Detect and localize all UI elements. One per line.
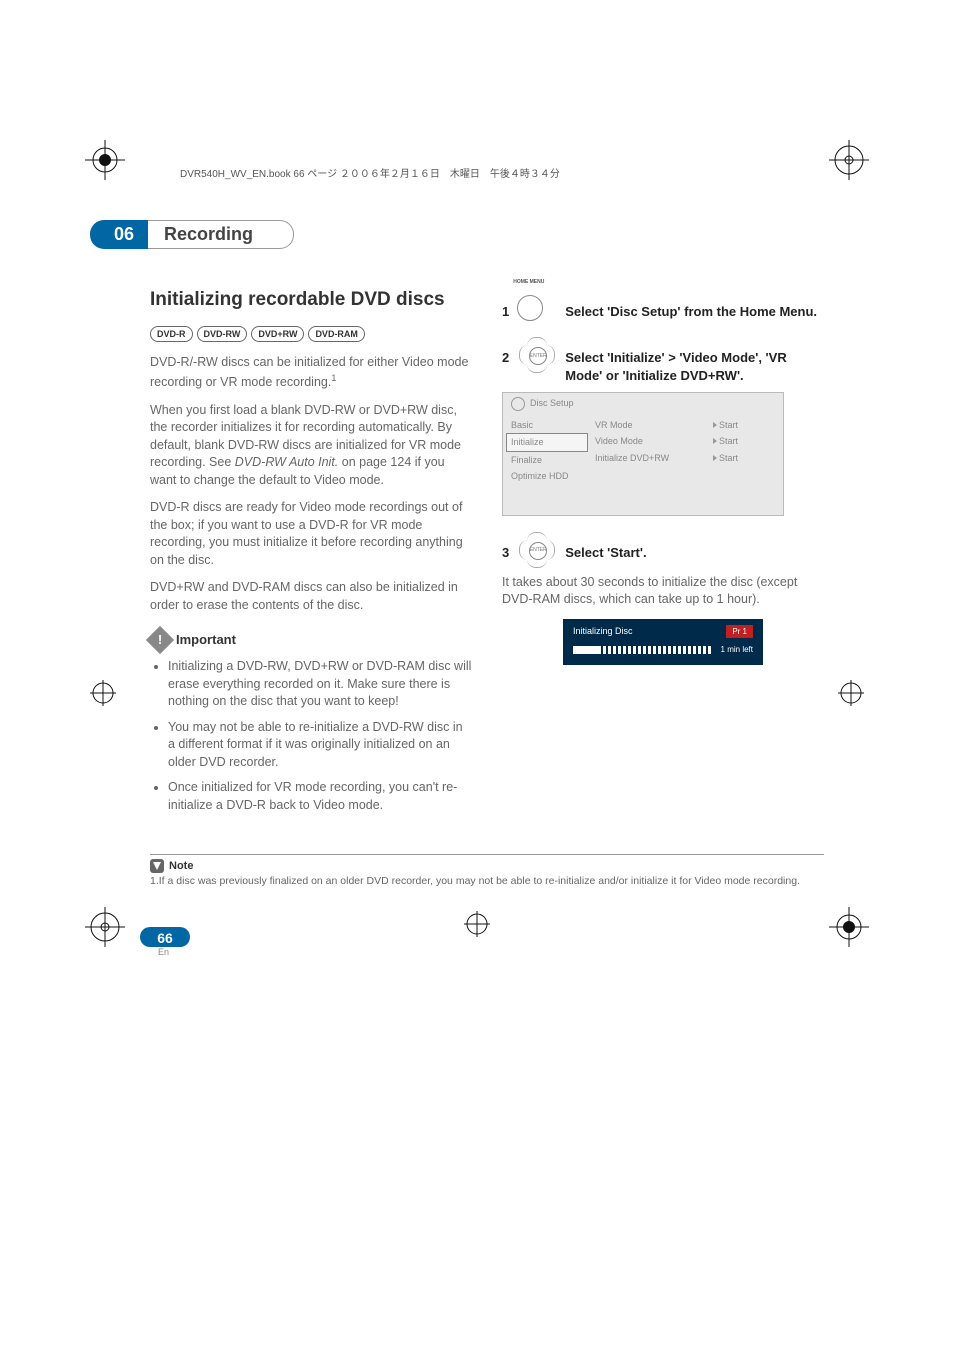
osd-menu-item-selected: Initialize bbox=[506, 433, 588, 452]
paragraph-4: DVD+RW and DVD-RAM discs can also be ini… bbox=[150, 579, 472, 614]
list-item: You may not be able to re-initialize a D… bbox=[168, 719, 472, 772]
note-label: Note bbox=[169, 860, 193, 872]
reg-mark-right bbox=[838, 680, 864, 706]
page-language: En bbox=[158, 947, 824, 957]
enter-button-icon: ENTER bbox=[517, 335, 557, 375]
osd-action-label: Start bbox=[719, 436, 738, 446]
left-column: Initializing recordable DVD discs DVD-R … bbox=[150, 289, 472, 824]
print-job-header: DVR540H_WV_EN.book 66 ページ ２００６年２月１６日 木曜日… bbox=[180, 165, 560, 180]
page-footer: 66 En bbox=[150, 927, 824, 957]
disc-type-badges: DVD-R DVD-RW DVD+RW DVD-RAM bbox=[150, 326, 472, 343]
crop-mark-bottom-right bbox=[829, 907, 869, 947]
crop-mark-bottom-left bbox=[85, 907, 125, 947]
home-menu-icon-label: HOME MENU bbox=[513, 279, 544, 286]
disc-icon bbox=[511, 397, 525, 411]
enter-button-icon: ENTER bbox=[517, 530, 557, 570]
osd-option: VR Mode bbox=[595, 417, 705, 434]
crop-mark-top-left bbox=[85, 140, 125, 180]
paragraph-3: DVD-R discs are ready for Video mode rec… bbox=[150, 499, 472, 569]
osd-action: Start bbox=[713, 433, 779, 450]
footnote-section: Note 1.If a disc was previously finalize… bbox=[150, 854, 824, 887]
osd-option: Initialize DVD+RW bbox=[595, 450, 705, 467]
list-item: Initializing a DVD-RW, DVD+RW or DVD-RAM… bbox=[168, 658, 472, 711]
progress-program-badge: Pr 1 bbox=[726, 625, 753, 638]
osd-menu-middle: VR Mode Video Mode Initialize DVD+RW bbox=[591, 415, 709, 515]
play-triangle-icon bbox=[713, 455, 717, 461]
home-menu-button-icon: HOME MENU bbox=[517, 289, 557, 321]
step-3-number: 3 bbox=[502, 544, 509, 562]
initializing-progress-screenshot: Initializing Disc Pr 1 1 min left bbox=[563, 619, 763, 665]
enter-icon-label: ENTER bbox=[529, 542, 547, 560]
badge-dvd-rw: DVD-RW bbox=[197, 326, 248, 343]
page-number: 66 bbox=[140, 927, 190, 947]
right-column: 1 HOME MENU Select 'Disc Setup' from the… bbox=[502, 289, 824, 824]
paragraph-1-text: DVD-R/-RW discs can be initialized for e… bbox=[150, 355, 468, 389]
paragraph-2: When you first load a blank DVD-RW or DV… bbox=[150, 402, 472, 490]
list-item: Once initialized for VR mode recording, … bbox=[168, 779, 472, 814]
osd-action-label: Start bbox=[719, 453, 738, 463]
osd-menu-item: Optimize HDD bbox=[507, 468, 587, 485]
play-triangle-icon bbox=[713, 422, 717, 428]
step-3-text: Select 'Start'. bbox=[565, 544, 646, 562]
important-heading: ! Important bbox=[150, 630, 472, 650]
progress-time-left: 1 min left bbox=[721, 644, 753, 655]
play-triangle-icon bbox=[713, 438, 717, 444]
osd-action: Start bbox=[713, 450, 779, 467]
progress-bar bbox=[573, 646, 713, 654]
badge-dvd-plus-rw: DVD+RW bbox=[251, 326, 304, 343]
step-1-number: 1 bbox=[502, 303, 509, 321]
disc-setup-screenshot: Disc Setup Basic Initialize Finalize Opt… bbox=[502, 392, 784, 516]
step-3: 3 ENTER Select 'Start'. It takes about 3… bbox=[502, 530, 824, 665]
step-1: 1 HOME MENU Select 'Disc Setup' from the… bbox=[502, 289, 824, 321]
osd-option: Video Mode bbox=[595, 433, 705, 450]
footnote-text: 1.If a disc was previously finalized on … bbox=[150, 875, 824, 887]
chapter-title: Recording bbox=[148, 220, 294, 249]
enter-icon-label: ENTER bbox=[529, 347, 547, 365]
badge-dvd-r: DVD-R bbox=[150, 326, 193, 343]
step-2-number: 2 bbox=[502, 349, 509, 367]
badge-dvd-ram: DVD-RAM bbox=[308, 326, 365, 343]
crop-mark-top-right bbox=[829, 140, 869, 180]
paragraph-1: DVD-R/-RW discs can be initialized for e… bbox=[150, 354, 472, 391]
footnote-ref-1: 1 bbox=[331, 373, 336, 383]
step-2: 2 ENTER Select 'Initialize' > 'Video Mod… bbox=[502, 335, 824, 516]
note-icon bbox=[150, 859, 164, 873]
step-3-followup: It takes about 30 seconds to initialize … bbox=[502, 574, 824, 609]
osd-action: Start bbox=[713, 417, 779, 434]
osd-menu-item: Finalize bbox=[507, 452, 587, 469]
osd-action-label: Start bbox=[719, 420, 738, 430]
important-list: Initializing a DVD-RW, DVD+RW or DVD-RAM… bbox=[150, 658, 472, 814]
section-title: Initializing recordable DVD discs bbox=[150, 289, 472, 312]
osd-menu-left: Basic Initialize Finalize Optimize HDD bbox=[503, 415, 591, 515]
chapter-heading: 06 Recording bbox=[150, 220, 824, 249]
osd-title-bar: Disc Setup bbox=[503, 393, 783, 415]
paragraph-2-italic: DVD-RW Auto Init. bbox=[235, 455, 339, 469]
osd-menu-item: Basic bbox=[507, 417, 587, 434]
osd-menu-right: Start Start Start bbox=[709, 415, 783, 515]
reg-mark-left bbox=[90, 680, 116, 706]
important-icon: ! bbox=[146, 626, 174, 654]
important-label: Important bbox=[176, 631, 236, 649]
step-1-text: Select 'Disc Setup' from the Home Menu. bbox=[565, 303, 817, 321]
progress-title: Initializing Disc bbox=[573, 625, 633, 638]
chapter-number-chip: 06 bbox=[90, 220, 148, 249]
osd-title-text: Disc Setup bbox=[530, 397, 574, 410]
step-2-text: Select 'Initialize' > 'Video Mode', 'VR … bbox=[565, 349, 824, 385]
